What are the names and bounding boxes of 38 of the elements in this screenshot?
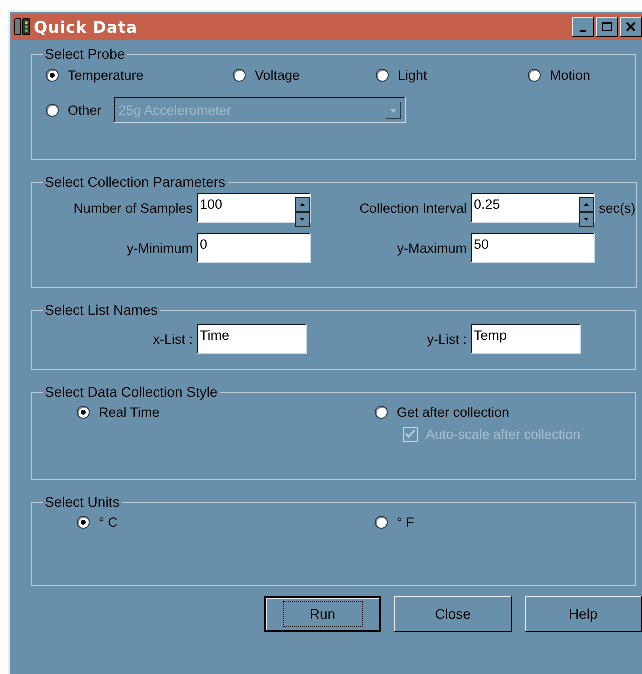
dialog-button[interactable]: Help xyxy=(524,596,642,632)
window-title: Quick Data xyxy=(34,18,138,36)
number-field[interactable]: 50 xyxy=(471,233,595,263)
group-title: Select Collection Parameters xyxy=(44,174,227,190)
close-button[interactable] xyxy=(620,17,642,37)
text-field[interactable]: Temp xyxy=(471,324,581,354)
style-radio[interactable]: Real Time xyxy=(77,405,375,420)
group-title: Select Data Collection Style xyxy=(44,384,219,400)
minimize-icon xyxy=(580,30,586,32)
dialog-button[interactable]: Close xyxy=(394,596,512,632)
dialog-button[interactable]: Run xyxy=(264,596,382,632)
probe-icon xyxy=(14,18,32,36)
field-label: x-List : xyxy=(152,332,193,346)
unit-radio[interactable]: ° F xyxy=(375,515,635,530)
unit-radio[interactable]: ° C xyxy=(77,515,375,530)
field-label: Number of Samples xyxy=(72,200,193,216)
minimize-button[interactable] xyxy=(572,17,594,37)
unit-label: sec(s) xyxy=(599,200,636,216)
group-title: Select Units xyxy=(44,494,121,510)
field-label: y-List : xyxy=(426,332,467,346)
field-label: y-Maximum xyxy=(396,240,467,256)
maximize-icon xyxy=(602,22,612,32)
close-icon xyxy=(626,22,636,32)
dropdown-arrow-icon xyxy=(386,102,401,118)
probe-radio[interactable]: Temperature xyxy=(46,68,233,83)
number-field[interactable]: 0 xyxy=(197,233,311,263)
probe-radio[interactable]: Voltage xyxy=(233,68,376,83)
group-title: Select Probe xyxy=(44,46,126,62)
probe-radio[interactable]: Motion xyxy=(528,68,635,83)
field-label: Collection Interval xyxy=(358,200,467,216)
spinner-icon xyxy=(295,197,310,227)
field-label: y-Minimum xyxy=(126,240,193,256)
spinner-icon xyxy=(579,197,594,227)
text-field[interactable]: Time xyxy=(197,324,307,354)
group-title: Select List Names xyxy=(44,302,159,318)
maximize-button[interactable] xyxy=(596,17,618,37)
probe-radio[interactable]: Light xyxy=(376,68,528,83)
style-radio[interactable]: Get after collection xyxy=(375,405,635,420)
